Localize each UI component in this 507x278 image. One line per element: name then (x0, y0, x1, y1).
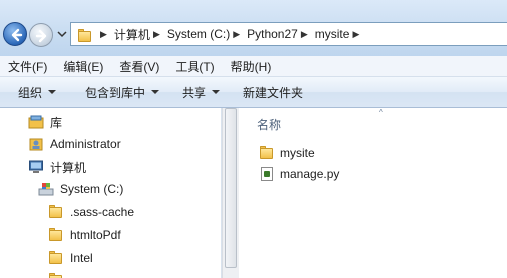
folder-icon (259, 145, 275, 161)
python-file-icon (259, 166, 275, 182)
folder-icon (77, 28, 93, 42)
nav-item-folder[interactable]: Intel (48, 248, 93, 268)
user-folder-icon (28, 136, 44, 152)
dropdown-caret-icon (212, 90, 221, 94)
folder-icon (48, 227, 64, 243)
new-folder-button[interactable]: 新建文件夹 (229, 77, 312, 107)
menu-tools[interactable]: 工具(T) (167, 58, 222, 75)
menu-view[interactable]: 查看(V) (111, 58, 167, 75)
command-toolbar: 组织 包含到库中 共享 新建文件夹 (0, 77, 507, 108)
scrollbar-thumb[interactable] (225, 108, 237, 268)
nav-item-administrator[interactable]: Administrator (28, 134, 121, 154)
breadcrumb-python27[interactable]: Python27 ▶ (247, 23, 315, 45)
nav-item-library[interactable]: 库 (28, 112, 62, 132)
dropdown-caret-icon (151, 90, 160, 94)
computer-icon (28, 159, 44, 175)
back-button[interactable] (3, 22, 27, 46)
nav-item-folder[interactable]: htmltoPdf (48, 225, 121, 245)
file-item-python[interactable]: manage.py (259, 165, 339, 183)
navigation-pane: 库 Administrator 计算机 System (C:) .sass-ca… (0, 108, 222, 278)
address-bar-area: ▶ 计算机 ▶ System (C:) ▶ Python27 ▶ mysite ▶ (0, 0, 507, 56)
breadcrumb-separator-icon[interactable]: ▶ (100, 29, 107, 40)
dropdown-caret-icon (48, 90, 57, 94)
file-item-folder[interactable]: mysite (259, 144, 315, 162)
folder-icon (48, 250, 64, 266)
breadcrumb-separator-icon[interactable]: ▶ (301, 29, 308, 40)
menu-bar: 文件(F) 编辑(E) 查看(V) 工具(T) 帮助(H) (0, 56, 507, 77)
forward-button[interactable] (29, 23, 53, 47)
include-in-library-button[interactable]: 包含到库中 (65, 77, 168, 107)
file-list-pane: ^ 名称 mysite manage.py (239, 108, 507, 278)
library-icon (28, 114, 44, 130)
nav-item-system-c[interactable]: System (C:) (38, 179, 123, 199)
breadcrumb-separator-icon[interactable]: ▶ (153, 29, 160, 40)
menu-file[interactable]: 文件(F) (0, 58, 55, 75)
breadcrumb-computer[interactable]: 计算机 ▶ (114, 23, 167, 45)
menu-help[interactable]: 帮助(H) (223, 58, 280, 75)
breadcrumb-separator-icon[interactable]: ▶ (352, 29, 359, 40)
back-arrow-icon (11, 28, 23, 42)
drive-icon (38, 181, 54, 197)
address-box[interactable]: ▶ 计算机 ▶ System (C:) ▶ Python27 ▶ mysite ▶ (70, 22, 507, 46)
share-button[interactable]: 共享 (168, 77, 229, 107)
breadcrumb-system-c[interactable]: System (C:) ▶ (167, 23, 247, 45)
sort-ascending-icon: ^ (379, 108, 383, 117)
folder-icon (48, 272, 64, 278)
nav-item-folder[interactable]: .sass-cache (48, 202, 134, 222)
organize-button[interactable]: 组织 (0, 77, 65, 107)
nav-pane-scrollbar[interactable] (222, 108, 239, 278)
breadcrumb-separator-icon[interactable]: ▶ (233, 29, 240, 40)
forward-arrow-icon (35, 29, 47, 43)
folder-icon (48, 204, 64, 220)
menu-edit[interactable]: 编辑(E) (55, 58, 111, 75)
nav-item-computer[interactable]: 计算机 (28, 157, 86, 177)
recent-pages-dropdown-icon[interactable] (57, 30, 67, 38)
breadcrumb-mysite[interactable]: mysite ▶ (315, 23, 367, 45)
column-header-name[interactable]: 名称 (257, 116, 281, 133)
nav-item-folder-partial[interactable] (48, 270, 70, 278)
